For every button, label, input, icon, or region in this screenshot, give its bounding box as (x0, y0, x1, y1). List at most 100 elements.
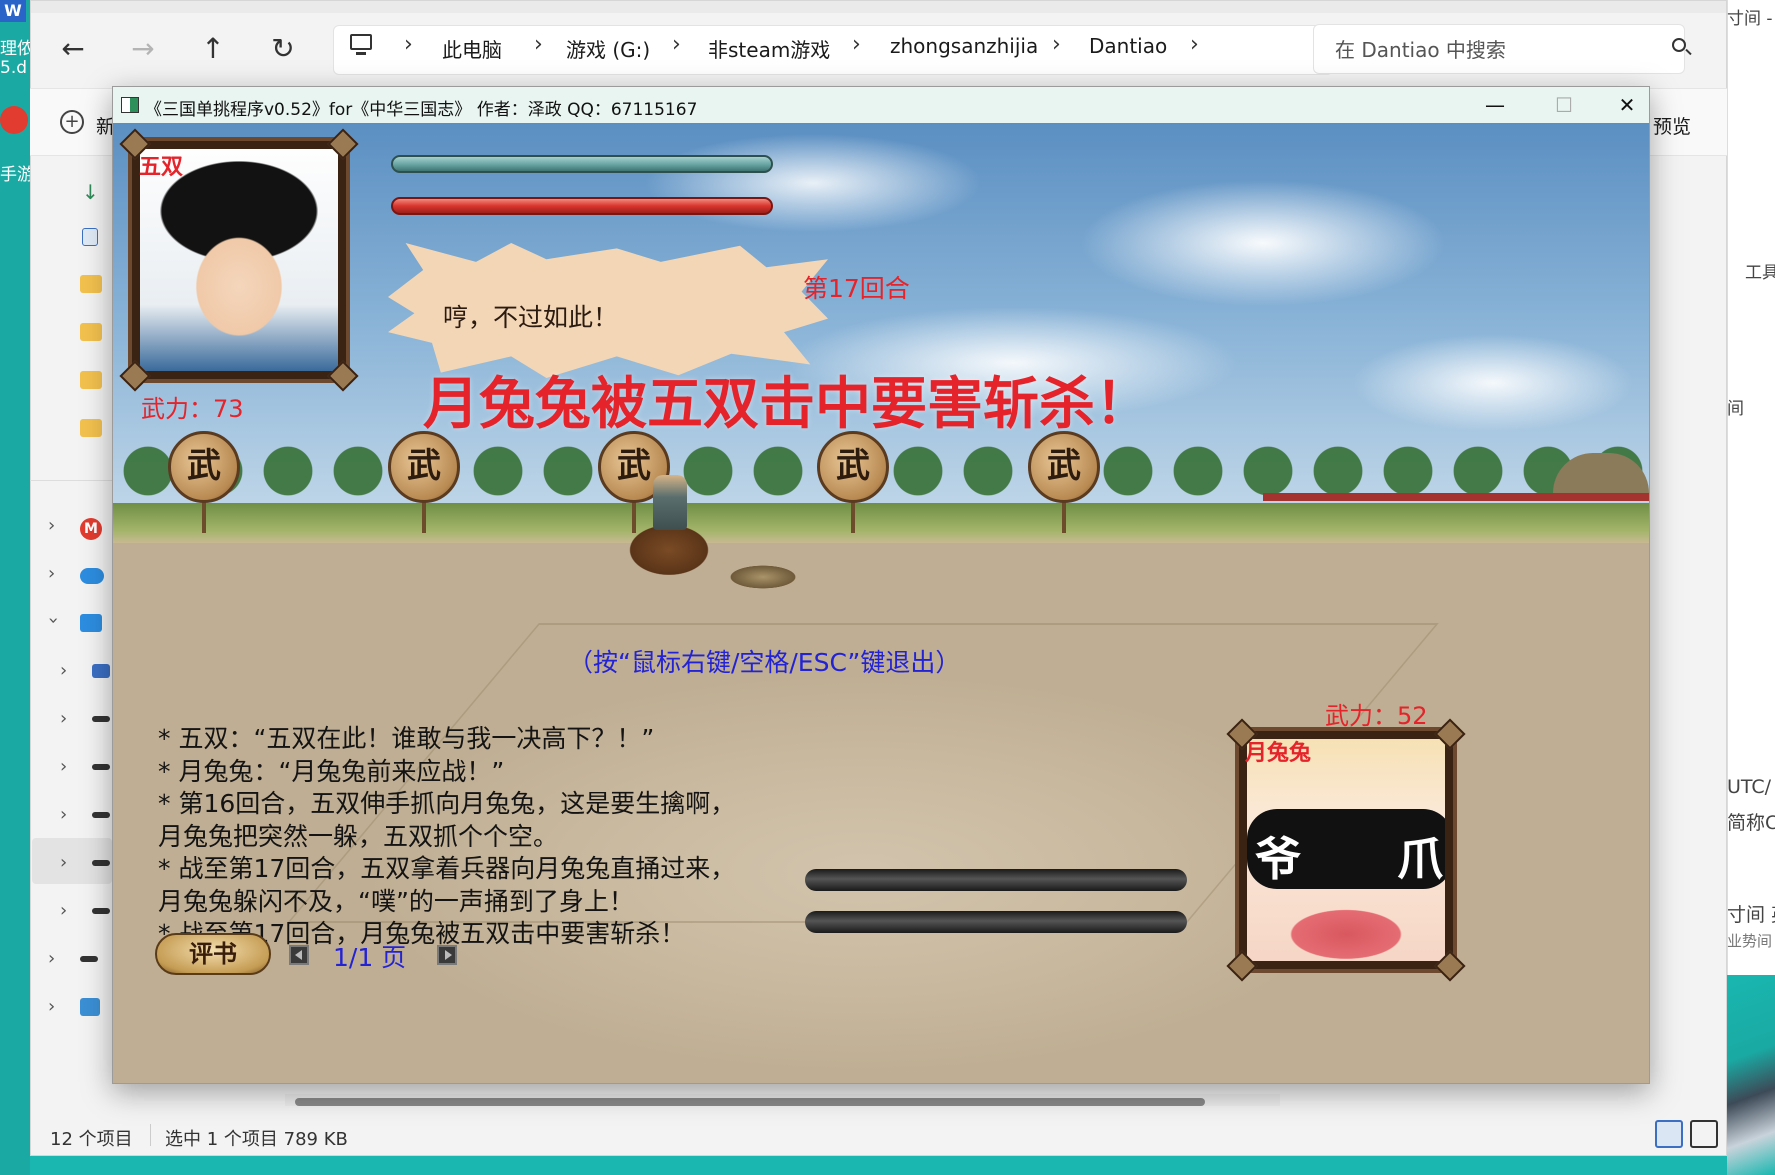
details-text: 寸间 - 扌 (1727, 9, 1775, 29)
app-icon (121, 97, 139, 113)
scrollbar-thumb[interactable] (295, 1098, 1205, 1106)
chevron-right-icon[interactable]: › (60, 660, 67, 681)
mail-app-icon: M (80, 518, 102, 540)
drive-icon (92, 908, 110, 914)
drive-icon (92, 860, 110, 866)
breadcrumb-item[interactable]: Dantiao (1089, 34, 1167, 58)
player1-name: 五双 (139, 155, 184, 180)
item-count: 12 个项目 (50, 1129, 133, 1150)
round-counter: 第17回合 (803, 274, 910, 303)
chevron-right-icon[interactable]: › (60, 852, 67, 873)
chevron-right-icon[interactable]: › (404, 32, 413, 57)
details-text: 简称C (1727, 812, 1775, 834)
player2-health-bar (805, 911, 1187, 933)
chevron-right-icon[interactable]: › (1052, 32, 1061, 57)
chevron-right-icon[interactable]: › (48, 996, 55, 1017)
up-arrow-icon[interactable]: ↑ (193, 29, 233, 69)
chevron-right-icon[interactable]: › (60, 756, 67, 777)
player2-stamina-bar (805, 869, 1187, 891)
network-icon (80, 998, 100, 1016)
player2-avatar: 爷 爪 (1247, 739, 1445, 961)
search-placeholder: 在 Dantiao 中搜索 (1335, 38, 1506, 62)
breadcrumb-item[interactable]: 游戏 (G:) (566, 34, 650, 63)
sunglasses-char-right: 爪 (1397, 832, 1443, 886)
folder-icon (80, 419, 102, 437)
next-page-icon[interactable] (437, 945, 457, 965)
chevron-right-icon[interactable]: › (852, 32, 861, 57)
desktop-icon-label: 理侬 (0, 39, 34, 59)
computer-icon (350, 34, 372, 50)
drive-icon (92, 664, 110, 678)
chevron-right-icon[interactable]: › (48, 563, 55, 584)
player2-power: 武力：52 (1325, 702, 1428, 730)
folder-icon (80, 275, 102, 293)
chevron-right-icon[interactable]: › (534, 32, 543, 57)
chevron-right-icon[interactable]: › (672, 32, 681, 57)
speech-text: 哼，不过如此！ (443, 303, 619, 332)
this-pc-icon (80, 614, 102, 632)
battle-log: * 五双：“五双在此！谁敢与我一决高下？！” * 月兔兔：“月兔兔前来应战！” … (158, 723, 858, 951)
battle-result-headline: 月兔兔被五双击中要害斩杀！ (423, 372, 1151, 437)
breadcrumb-item[interactable]: zhongsanzhijia (890, 34, 1038, 58)
log-line: 月兔兔把突然一躲，五双抓个个空。 (158, 821, 559, 851)
computer-icon-stand (356, 52, 366, 55)
log-line: 月兔兔躲闪不及，“噗”的一声捅到了身上！ (158, 886, 634, 916)
tiles-view-icon[interactable] (1690, 1120, 1718, 1148)
game-titlebar[interactable]: 《三国单挑程序v0.52》for《中华三国志》 作者：泽政 QQ：6711516… (113, 87, 1649, 123)
desktop-icon-label: 手游 (0, 165, 34, 185)
player1-avatar (140, 149, 338, 371)
sidebar-divider (30, 480, 112, 481)
chevron-right-icon[interactable]: › (48, 515, 55, 536)
details-text: 寸间 英 (1727, 904, 1775, 926)
details-text: 间 (1727, 399, 1744, 419)
refresh-icon[interactable]: ↻ (263, 29, 303, 69)
war-drum: 武 (1028, 431, 1100, 503)
chevron-down-icon[interactable]: › (43, 617, 64, 624)
log-line: * 战至第17回合，五双拿着兵器向月兔兔直捅过来， (158, 854, 736, 883)
minimize-button[interactable]: — (1472, 89, 1518, 121)
sunglasses-char-left: 爷 (1255, 832, 1301, 886)
breadcrumb-item[interactable]: 非steam游戏 (708, 34, 830, 63)
pingshu-button[interactable]: 评书 (155, 933, 271, 975)
close-button[interactable]: ✕ (1604, 89, 1650, 121)
breadcrumb-item[interactable]: 此电脑 (442, 34, 502, 63)
back-arrow-icon[interactable]: ← (53, 29, 93, 69)
explorer-tab-strip (31, 1, 1726, 13)
grass-horizon (113, 503, 1649, 543)
player1-stamina-bar (391, 155, 773, 173)
desktop-icon-label: 5.d (0, 58, 28, 78)
details-text: 业势间 (1727, 932, 1773, 950)
details-view-icon[interactable] (1655, 1120, 1683, 1148)
selection-info: 选中 1 个项目 789 KB (165, 1129, 348, 1150)
word-app-icon[interactable]: W (0, 0, 26, 22)
recycle-icon (82, 228, 98, 246)
exit-hint: （按“鼠标右键/空格/ESC”键退出） (568, 648, 961, 677)
folder-icon (80, 323, 102, 341)
search-icon[interactable] (1672, 38, 1686, 52)
player2-name: 月兔兔 (1245, 741, 1312, 766)
battle-scene[interactable]: 武 武 武 武 武 五双 武力：73 哼，不过如此！ 第17回合 月兔兔被五双击… (113, 123, 1649, 1083)
chevron-right-icon[interactable]: › (48, 948, 55, 969)
status-divider (150, 1124, 151, 1146)
chevron-right-icon[interactable]: › (60, 804, 67, 825)
log-line: * 五双：“五双在此！谁敢与我一决高下？！” (158, 724, 655, 753)
fallen-soldier-sprite (723, 563, 803, 591)
drive-icon (92, 764, 110, 770)
download-icon: ↓ (82, 180, 99, 204)
forward-arrow-icon[interactable]: → (123, 29, 163, 69)
details-text: UTC/ (1727, 776, 1772, 798)
new-item-icon[interactable]: + (60, 110, 84, 134)
chevron-right-icon[interactable]: › (60, 900, 67, 921)
chevron-right-icon[interactable]: › (1190, 32, 1199, 57)
desktop-app-icon[interactable] (0, 106, 28, 134)
war-drum: 武 (168, 431, 240, 503)
chevron-right-icon[interactable]: › (60, 708, 67, 729)
game-window-title: 《三国单挑程序v0.52》for《中华三国志》 作者：泽政 QQ：6711516… (145, 100, 698, 120)
preview-button[interactable]: 预览 (1653, 112, 1691, 139)
maximize-button[interactable]: ☐ (1541, 89, 1587, 121)
rider-sprite (653, 475, 687, 530)
player1-health-bar (391, 197, 773, 215)
drive-icon (92, 716, 110, 722)
desktop-left-strip: W 理侬 5.d 手游 (0, 0, 34, 1175)
prev-page-icon[interactable] (289, 945, 309, 965)
